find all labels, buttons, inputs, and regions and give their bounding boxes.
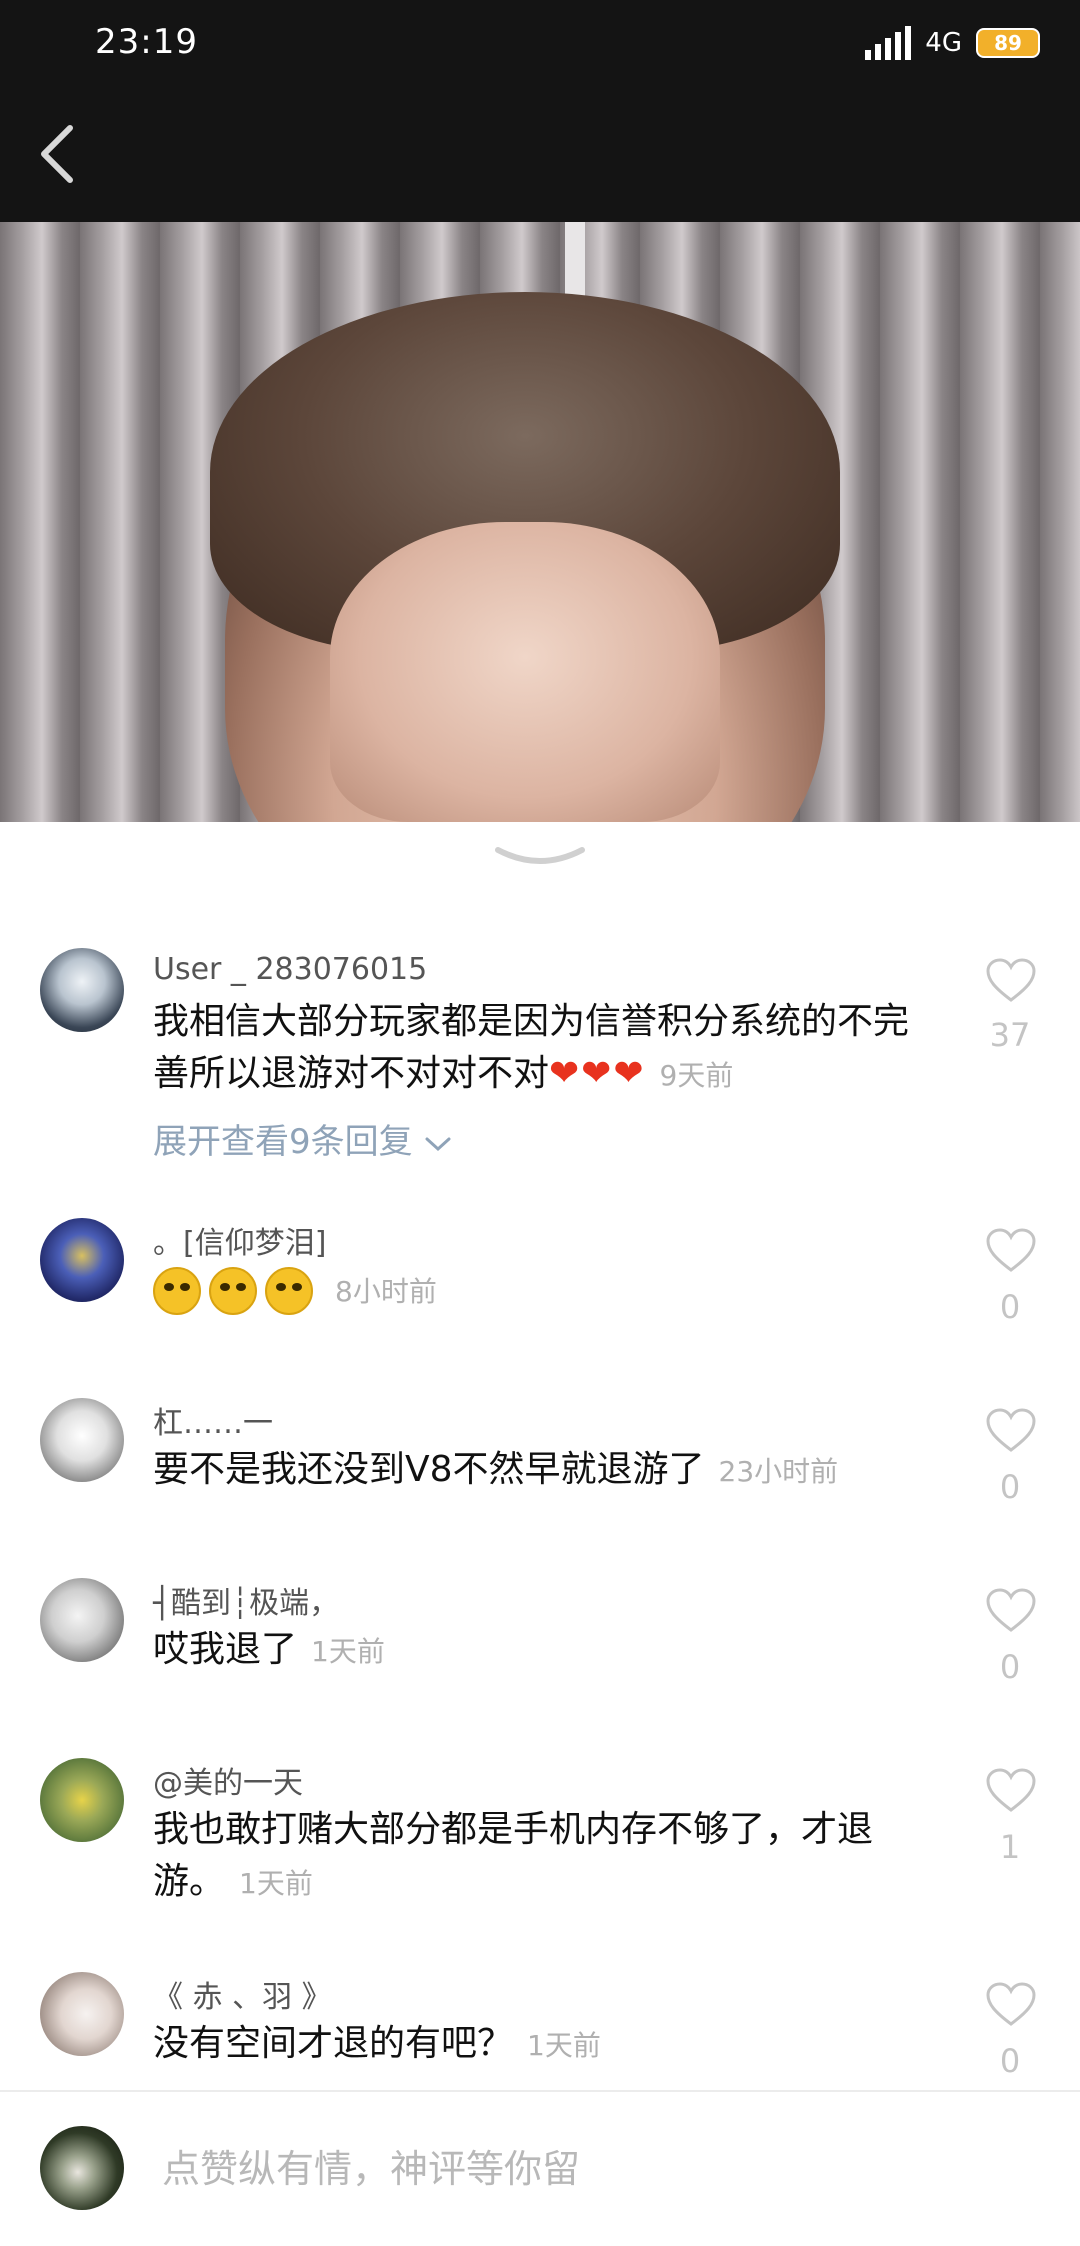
comment-username[interactable]: 。[信仰梦泪] bbox=[153, 1218, 326, 1262]
like-count: 0 bbox=[999, 2042, 1021, 2080]
back-button[interactable] bbox=[28, 118, 84, 190]
avatar[interactable] bbox=[40, 1758, 124, 1842]
comment-input[interactable] bbox=[160, 2138, 1024, 2200]
emoji-icon bbox=[153, 1267, 201, 1315]
comment-text: 要不是我还没到V8不然早就退游了 23小时前 bbox=[153, 1444, 943, 1498]
status-indicators: 4G 89 bbox=[865, 26, 1040, 60]
comment-timestamp: 9天前 bbox=[659, 1059, 734, 1092]
like-button[interactable] bbox=[985, 1408, 1037, 1454]
top-bar bbox=[0, 90, 1080, 222]
heart-emoji-icon: ❤❤❤ bbox=[549, 1053, 646, 1094]
like-count: 0 bbox=[999, 1288, 1021, 1326]
expand-replies-label: 展开查看9条回复 bbox=[153, 1122, 413, 1162]
comment-username[interactable]: 《 赤 、羽 》 bbox=[153, 1972, 332, 2016]
like-button[interactable] bbox=[985, 1768, 1037, 1814]
comment-input-bar bbox=[0, 2090, 1080, 2246]
comment-username[interactable]: @美的一天 bbox=[153, 1758, 303, 1802]
comment-username[interactable]: User _ 283076015 bbox=[153, 952, 427, 987]
expand-replies-button[interactable]: 展开查看9条回复 bbox=[153, 1114, 453, 1163]
comment-timestamp: 1天前 bbox=[527, 2029, 601, 2062]
comment-timestamp: 8小时前 bbox=[335, 1275, 437, 1308]
avatar[interactable] bbox=[40, 1218, 124, 1302]
status-bar: 23:19 4G 89 bbox=[0, 0, 1080, 90]
comment-text: 哎我退了 1天前 bbox=[153, 1624, 943, 1678]
comment-timestamp: 23小时前 bbox=[718, 1455, 839, 1488]
battery-icon: 89 bbox=[976, 28, 1040, 58]
signal-icon bbox=[865, 26, 912, 60]
comment-body: 要不是我还没到V8不然早就退游了 bbox=[153, 1449, 705, 1490]
comment-text: 8小时前 bbox=[153, 1264, 943, 1318]
comment-body: 哎我退了 bbox=[153, 1629, 298, 1670]
comment-text: 我相信大部分玩家都是因为信誉积分系统的不完善所以退游对不对对不对❤❤❤ 9天前 bbox=[153, 996, 943, 1102]
heart-outline-icon bbox=[986, 1408, 1036, 1452]
avatar[interactable] bbox=[40, 948, 124, 1032]
heart-outline-icon bbox=[986, 1982, 1036, 2026]
avatar[interactable] bbox=[40, 1972, 124, 2056]
collapse-button[interactable] bbox=[490, 842, 590, 872]
chevron-down-icon bbox=[425, 1137, 451, 1151]
heart-outline-icon bbox=[986, 1588, 1036, 1632]
like-count: 1 bbox=[999, 1828, 1021, 1866]
comment-body: 没有空间才退的有吧？ bbox=[153, 2023, 514, 2064]
emoji-icon bbox=[209, 1267, 257, 1315]
comment-text: 我也敢打赌大部分都是手机内存不够了，才退游。 1天前 bbox=[153, 1804, 943, 1910]
comment-username[interactable]: ┤酷到┆极端， bbox=[153, 1578, 339, 1622]
like-button[interactable] bbox=[985, 1588, 1037, 1634]
video-player[interactable] bbox=[0, 222, 1080, 822]
avatar[interactable] bbox=[40, 1578, 124, 1662]
comment-timestamp: 1天前 bbox=[311, 1635, 385, 1668]
heart-outline-icon bbox=[986, 1228, 1036, 1272]
like-button[interactable] bbox=[985, 1982, 1037, 2028]
like-button[interactable] bbox=[985, 1228, 1037, 1274]
avatar[interactable] bbox=[40, 1398, 124, 1482]
like-count: 0 bbox=[999, 1648, 1021, 1686]
status-time: 23:19 bbox=[95, 22, 198, 62]
comment-body: 我相信大部分玩家都是因为信誉积分系统的不完善所以退游对不对对不对 bbox=[153, 1001, 910, 1094]
comment-timestamp: 1天前 bbox=[239, 1867, 313, 1900]
battery-level: 89 bbox=[994, 31, 1022, 55]
comment-username[interactable]: 杠……一 bbox=[153, 1398, 273, 1442]
chevron-down-icon bbox=[495, 847, 585, 864]
heart-outline-icon bbox=[986, 1768, 1036, 1812]
like-count: 37 bbox=[989, 1016, 1031, 1054]
emoji-icon bbox=[265, 1267, 313, 1315]
comment-text: 没有空间才退的有吧？ 1天前 bbox=[153, 2018, 943, 2072]
like-count: 0 bbox=[999, 1468, 1021, 1506]
heart-outline-icon bbox=[986, 958, 1036, 1002]
network-type: 4G bbox=[925, 28, 962, 58]
like-button[interactable] bbox=[985, 958, 1037, 1004]
chevron-left-icon bbox=[41, 125, 73, 183]
current-user-avatar bbox=[40, 2126, 124, 2210]
